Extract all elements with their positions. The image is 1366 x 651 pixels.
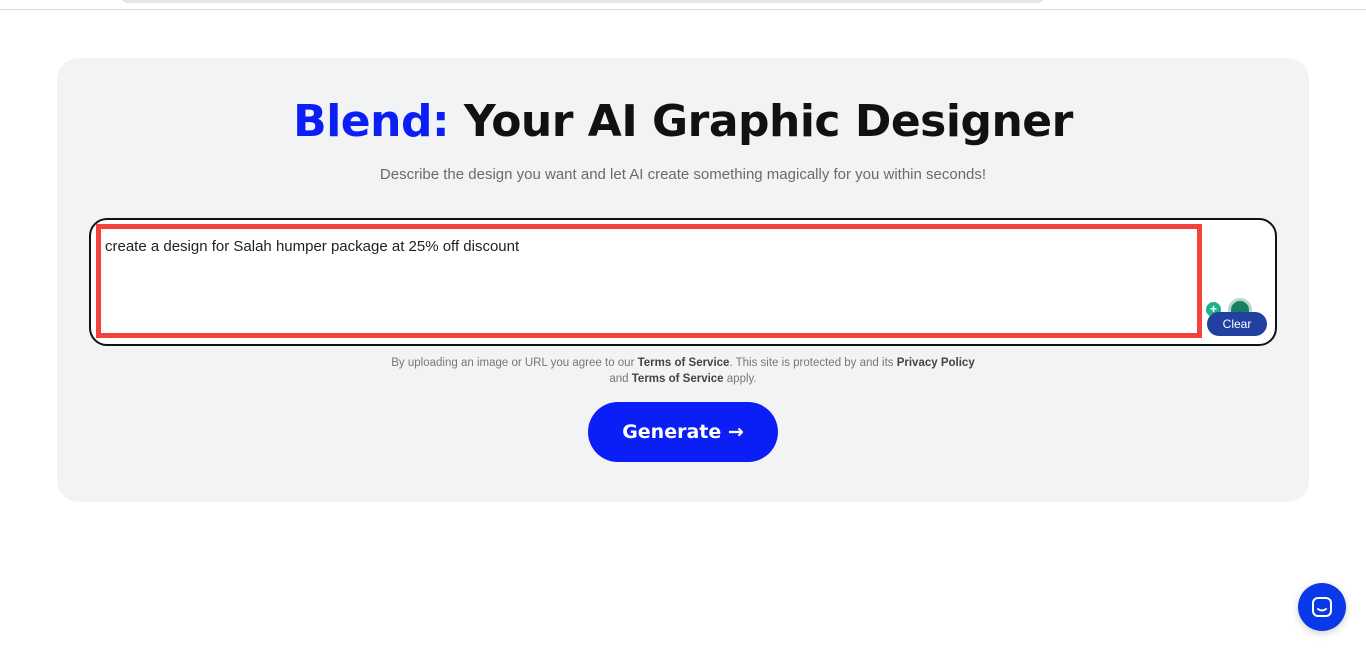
chat-launcher-button[interactable] xyxy=(1298,583,1346,631)
page-subtitle: Describe the design you want and let AI … xyxy=(379,166,987,183)
privacy-link[interactable]: Privacy Policy xyxy=(897,357,975,369)
legal-notice: By uploading an image or URL you agree t… xyxy=(391,357,975,385)
clear-button[interactable]: Clear xyxy=(1207,312,1267,336)
chat-icon xyxy=(1312,597,1332,617)
terms-link[interactable]: Terms of Service xyxy=(638,357,730,369)
brand-name: Blend: xyxy=(293,96,450,147)
title-text: Your AI Graphic Designer xyxy=(463,96,1073,147)
top-strip xyxy=(0,0,1366,10)
page-title: Blend: Your AI Graphic Designer xyxy=(0,96,1366,147)
prompt-box xyxy=(89,218,1277,346)
browser-bar-edge xyxy=(120,0,1045,3)
prompt-input[interactable] xyxy=(105,238,1185,328)
generate-button[interactable]: Generate → xyxy=(588,402,778,462)
terms-link-2[interactable]: Terms of Service xyxy=(632,373,724,385)
